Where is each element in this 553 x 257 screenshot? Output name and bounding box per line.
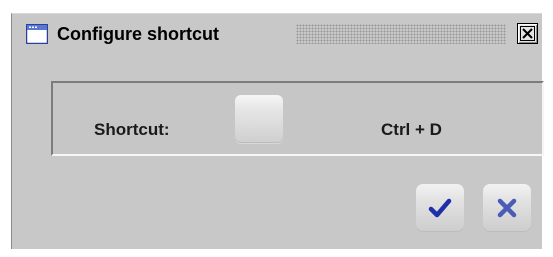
close-icon	[520, 26, 535, 41]
x-icon	[497, 198, 517, 218]
configure-shortcut-dialog: Configure shortcut Shortcut: Ctrl + D	[11, 13, 544, 249]
shortcut-value: Ctrl + D	[381, 120, 442, 139]
window-icon	[25, 23, 49, 45]
close-button[interactable]	[517, 23, 538, 44]
shortcut-capture-button[interactable]	[235, 95, 283, 143]
shortcut-label: Shortcut:	[94, 120, 170, 139]
checkmark-icon	[428, 198, 452, 218]
ok-button[interactable]	[416, 184, 464, 232]
shortcut-panel	[51, 81, 544, 156]
dialog-title: Configure shortcut	[57, 24, 219, 44]
title-bar[interactable]: Configure shortcut	[12, 14, 542, 52]
cancel-button[interactable]	[483, 184, 531, 232]
title-bar-grip[interactable]	[296, 24, 506, 44]
